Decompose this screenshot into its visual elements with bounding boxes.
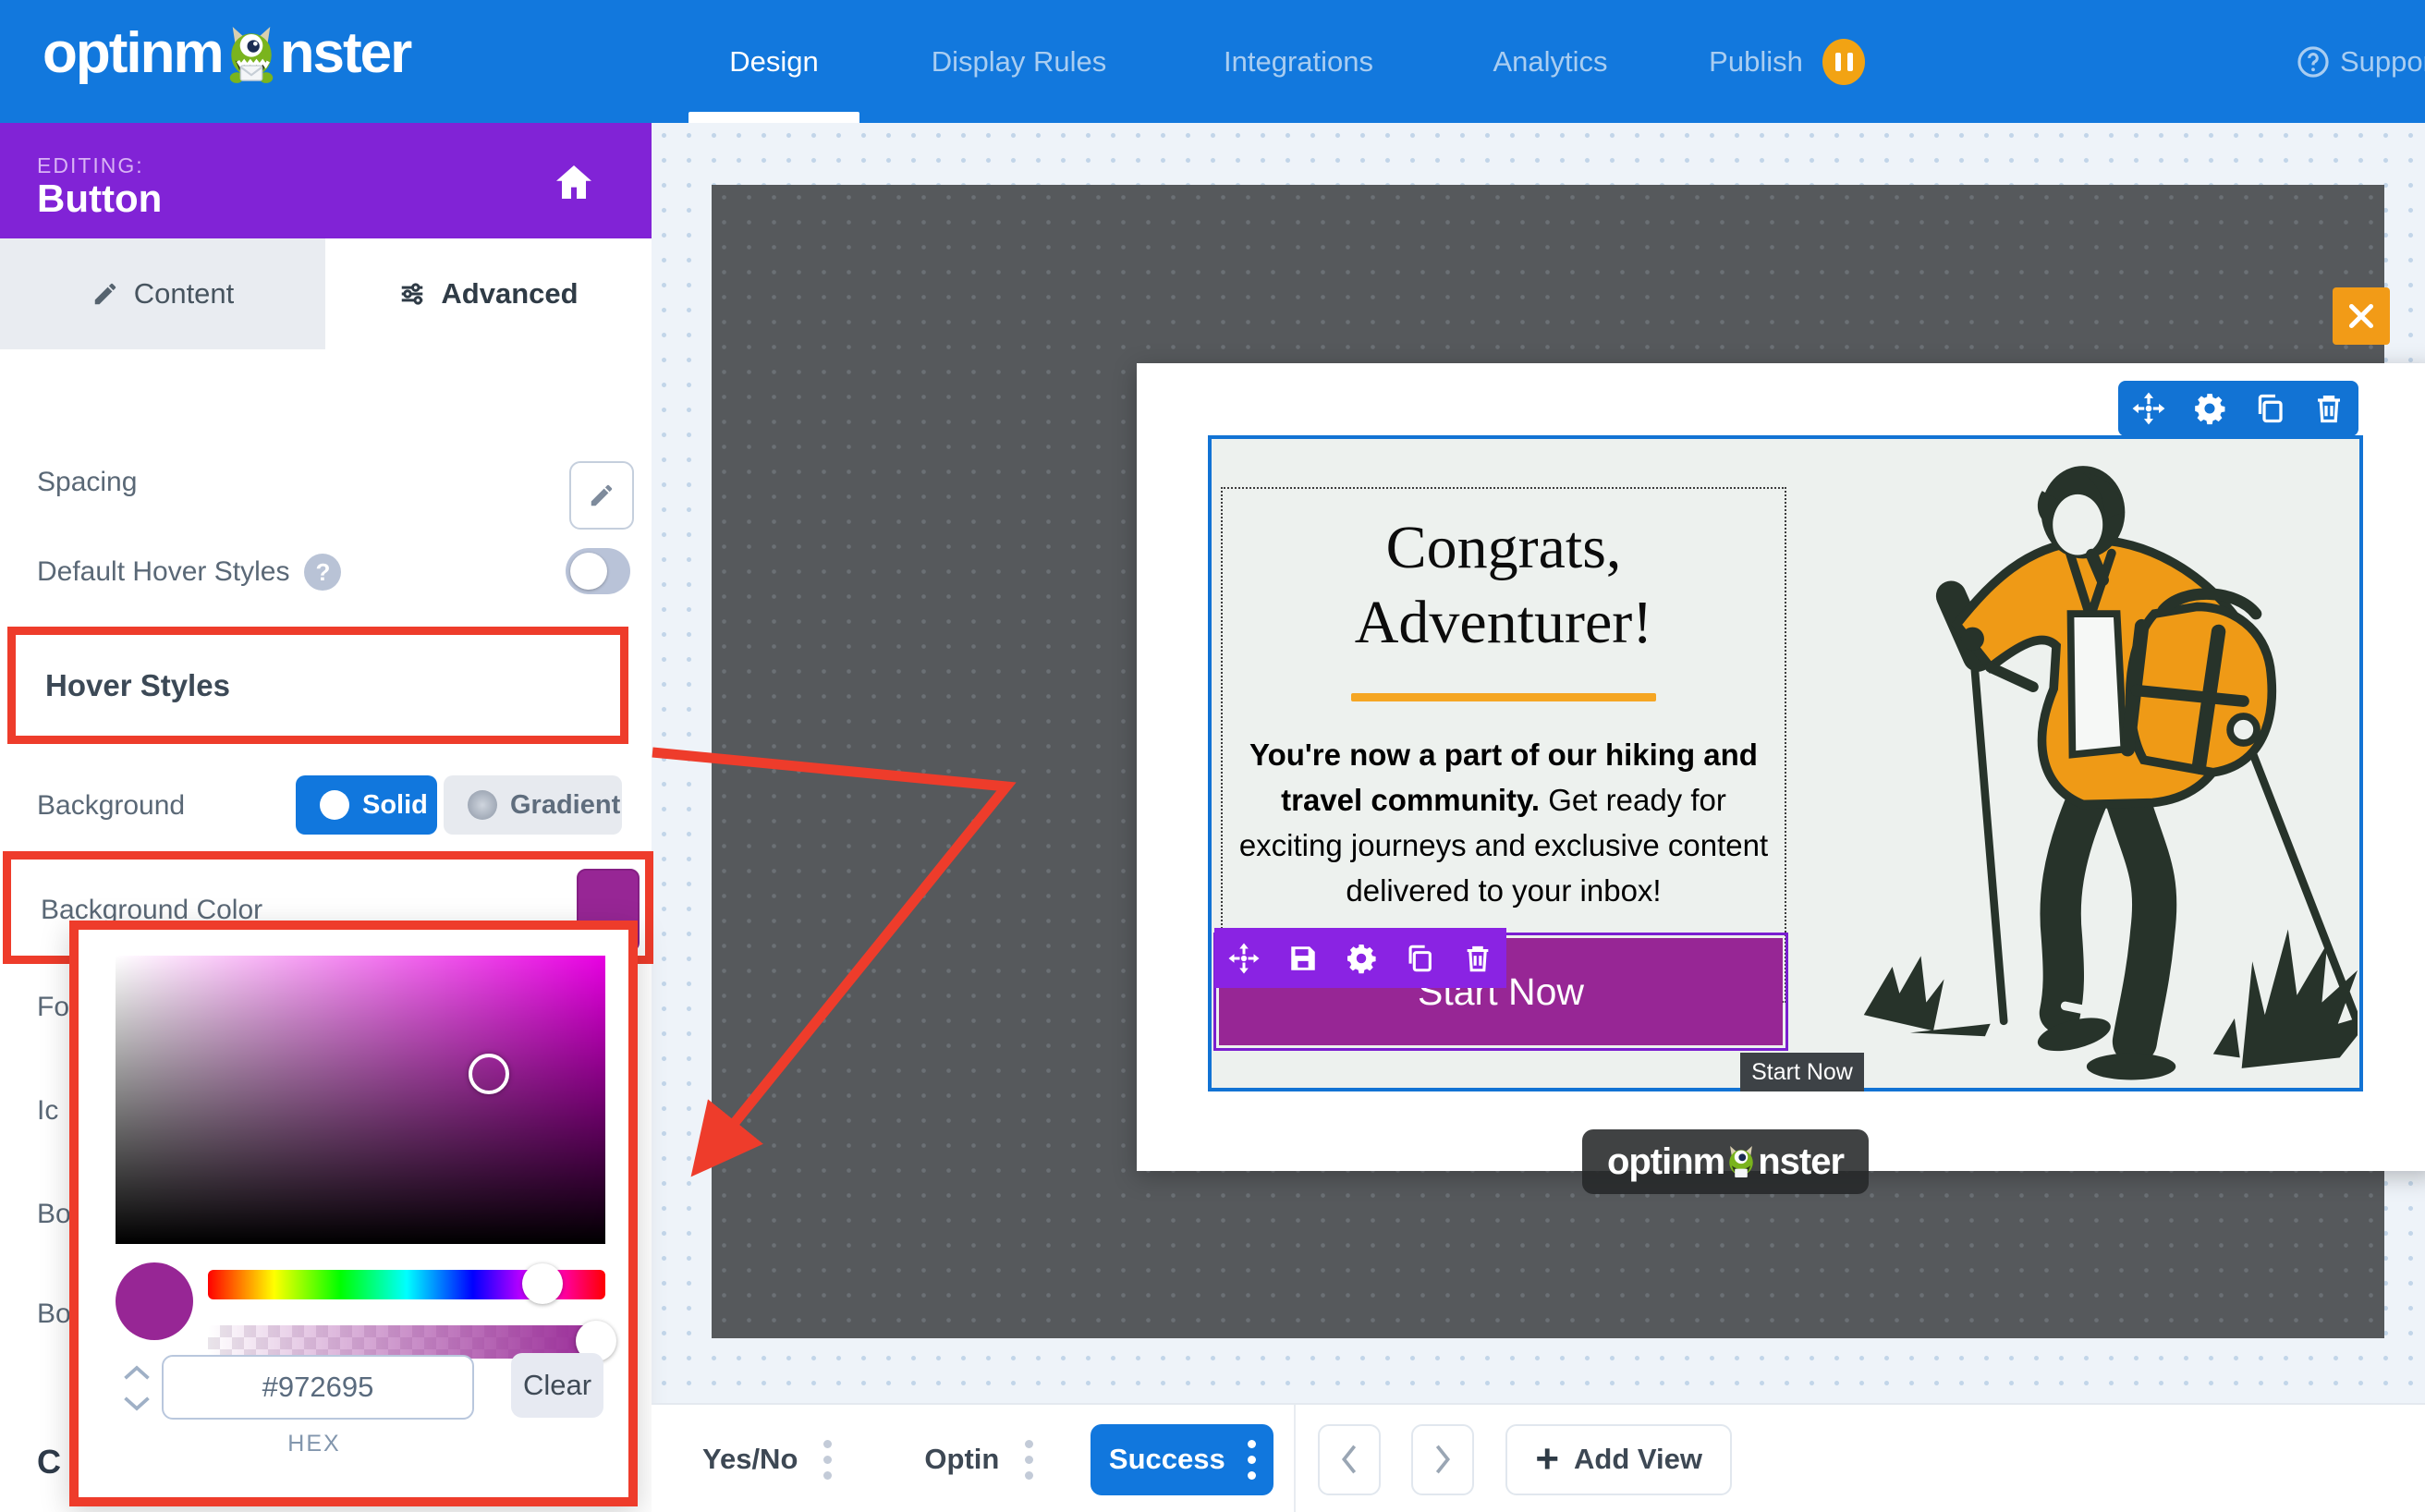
view-success-menu-icon <box>1248 1440 1256 1480</box>
view-success-label: Success <box>1109 1443 1225 1476</box>
border-label-fragment-1: Bo <box>37 1199 71 1230</box>
help-tooltip-icon[interactable]: ? <box>304 554 341 591</box>
view-optin-menu-icon[interactable] <box>1025 1440 1033 1480</box>
color-picker-panel: HEX Clear <box>69 921 638 1506</box>
tab-advanced-label: Advanced <box>441 277 578 311</box>
view-success-button[interactable]: Success <box>1091 1424 1273 1495</box>
hue-slider[interactable] <box>208 1270 605 1299</box>
badge-text-right: nster <box>1758 1141 1844 1183</box>
tab-publish[interactable]: Publish <box>1705 0 1807 123</box>
close-icon[interactable] <box>2333 287 2390 345</box>
app-logo[interactable]: optinm nster <box>43 20 410 86</box>
background-solid-option[interactable]: Solid <box>296 775 437 835</box>
solid-label: Solid <box>362 790 428 821</box>
format-stepper[interactable] <box>123 1364 151 1412</box>
background-label: Background <box>37 790 185 822</box>
section-label-fragment: C <box>37 1443 61 1482</box>
view-yesno-menu-icon[interactable] <box>823 1440 832 1480</box>
pencil-icon <box>91 280 119 308</box>
spacing-edit-button[interactable] <box>569 461 634 530</box>
gear-icon[interactable] <box>1345 942 1378 975</box>
builder-canvas-area: Congrats, Adventurer! You're now a part … <box>652 123 2425 1512</box>
help-icon <box>2296 44 2331 79</box>
monster-icon <box>225 24 278 83</box>
pencil-icon <box>588 482 615 509</box>
gradient-label: Gradient <box>510 790 620 821</box>
default-hover-styles-label: Default Hover Styles <box>37 556 289 588</box>
radio-unselected-icon <box>468 790 497 820</box>
tab-integrations[interactable]: Integrations <box>1206 0 1391 123</box>
popup-heading[interactable]: Congrats, Adventurer! <box>1232 511 1775 660</box>
tab-design[interactable]: Design <box>689 0 859 123</box>
editing-target: Button <box>37 177 162 221</box>
optinmonster-builder: optinm nster Design Display Rules Integr… <box>0 0 2425 1512</box>
hex-color-input[interactable] <box>162 1355 474 1420</box>
logo-text-right: nster <box>280 20 411 86</box>
views-divider <box>1294 1405 1296 1512</box>
logo-text-left: optinm <box>43 20 223 86</box>
clear-color-button[interactable]: Clear <box>511 1353 603 1418</box>
saturation-area[interactable] <box>116 956 605 1244</box>
popup-body-text[interactable]: You're now a part of our hiking and trav… <box>1228 733 1779 913</box>
hover-styles-heading: Hover Styles <box>45 668 230 703</box>
icon-color-label-fragment: Ic <box>37 1095 58 1127</box>
gear-icon[interactable] <box>2192 391 2227 426</box>
hex-label: HEX <box>162 1431 467 1457</box>
support-label: Support <box>2340 45 2425 79</box>
button-tooltip-label: Start Now <box>1751 1059 1853 1086</box>
default-hover-styles-toggle[interactable] <box>566 548 630 594</box>
popup-toolbar <box>2118 381 2358 436</box>
popup-selected-region[interactable]: Congrats, Adventurer! You're now a part … <box>1208 435 2363 1091</box>
border-label-fragment-2: Bo <box>37 1299 71 1330</box>
tab-advanced[interactable]: Advanced <box>325 238 652 349</box>
editing-label: EDITING: <box>37 153 144 178</box>
view-optin[interactable]: Optin <box>924 1443 999 1476</box>
views-bar: Yes/No Optin Success + Add View <box>652 1403 2425 1512</box>
powered-by-badge[interactable]: optinm nster <box>1582 1129 1869 1194</box>
tab-analytics[interactable]: Analytics <box>1479 0 1622 123</box>
add-view-button[interactable]: + Add View <box>1505 1424 1732 1495</box>
current-color-swatch <box>116 1262 193 1340</box>
sliders-icon <box>398 280 426 308</box>
tab-display-rules[interactable]: Display Rules <box>920 0 1118 123</box>
next-view-button[interactable] <box>1411 1424 1474 1495</box>
hover-styles-highlight: Hover Styles <box>7 627 628 744</box>
hue-slider-handle[interactable] <box>522 1263 563 1304</box>
active-tab-underline <box>689 112 859 123</box>
sidebar-tabs: Content Advanced <box>0 238 652 349</box>
move-icon[interactable] <box>2131 391 2166 426</box>
saturation-cursor[interactable] <box>469 1054 509 1094</box>
save-icon[interactable] <box>1287 943 1319 974</box>
trash-icon[interactable] <box>1462 943 1493 974</box>
popup-divider <box>1351 693 1656 701</box>
tab-content-label: Content <box>134 277 235 311</box>
view-yesno[interactable]: Yes/No <box>702 1443 798 1476</box>
top-nav: optinm nster Design Display Rules Integr… <box>0 0 2425 123</box>
badge-text-left: optinm <box>1607 1141 1724 1183</box>
background-gradient-option[interactable]: Gradient <box>444 775 622 835</box>
home-icon[interactable] <box>550 160 598 204</box>
hiker-illustration <box>1858 448 2358 1086</box>
trash-icon[interactable] <box>2312 392 2346 425</box>
duplicate-icon[interactable] <box>2253 392 2286 425</box>
publish-paused-badge[interactable] <box>1822 39 1865 85</box>
monster-icon <box>1725 1144 1757 1179</box>
spacing-label: Spacing <box>37 467 137 498</box>
preview-backdrop: Congrats, Adventurer! You're now a part … <box>712 185 2384 1338</box>
button-tooltip: Start Now <box>1740 1053 1864 1091</box>
popup-card[interactable]: Congrats, Adventurer! You're now a part … <box>1137 363 2425 1171</box>
element-toolbar <box>1214 928 1506 988</box>
popup-text-column[interactable]: Congrats, Adventurer! You're now a part … <box>1221 487 1786 1003</box>
move-icon[interactable] <box>1227 942 1261 975</box>
prev-view-button[interactable] <box>1318 1424 1381 1495</box>
duplicate-icon[interactable] <box>1404 943 1435 974</box>
add-view-label: Add View <box>1574 1443 1702 1476</box>
tab-content[interactable]: Content <box>0 238 325 349</box>
sidebar-header: EDITING: Button <box>0 123 652 238</box>
radio-selected-icon <box>320 790 349 820</box>
support-link[interactable]: Support <box>2296 0 2425 123</box>
